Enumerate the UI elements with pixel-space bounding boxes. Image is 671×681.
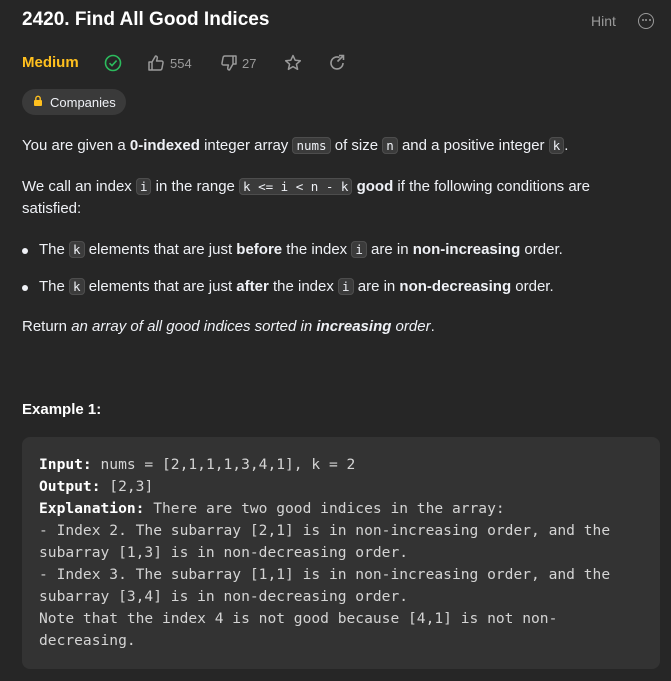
meta-row: Medium 554 27 <box>22 50 422 76</box>
example-content: Input: nums = [2,1,1,1,3,4,1], k = 2 Out… <box>39 456 611 649</box>
example-title: Example 1: <box>22 401 102 418</box>
dislike-count: 27 <box>242 56 257 71</box>
like-count: 554 <box>170 56 192 71</box>
bullet-icon <box>22 285 28 291</box>
difficulty-badge: Medium <box>22 54 79 71</box>
more-options-icon[interactable] <box>638 13 654 29</box>
description-paragraph-2: We call an index i in the range k <= i <… <box>22 178 591 217</box>
example-box: Input: nums = [2,1,1,1,3,4,1], k = 2 Out… <box>22 437 660 669</box>
description-paragraph-1: You are given a 0-indexed integer array … <box>22 137 569 154</box>
star-icon[interactable] <box>283 53 303 78</box>
hint-button[interactable]: Hint <box>591 13 616 29</box>
page-title: 2420. Find All Good Indices <box>22 9 270 30</box>
description-paragraph-3: Return an array of all good indices sort… <box>22 318 435 335</box>
share-icon[interactable] <box>327 53 347 78</box>
thumbs-down-icon[interactable] <box>219 53 239 78</box>
check-circle-icon <box>103 53 123 78</box>
bullet-icon <box>22 248 28 254</box>
thumbs-up-icon[interactable] <box>146 53 166 78</box>
companies-tag[interactable]: Companies <box>22 89 126 115</box>
lock-icon <box>32 95 44 110</box>
companies-label: Companies <box>50 94 116 110</box>
